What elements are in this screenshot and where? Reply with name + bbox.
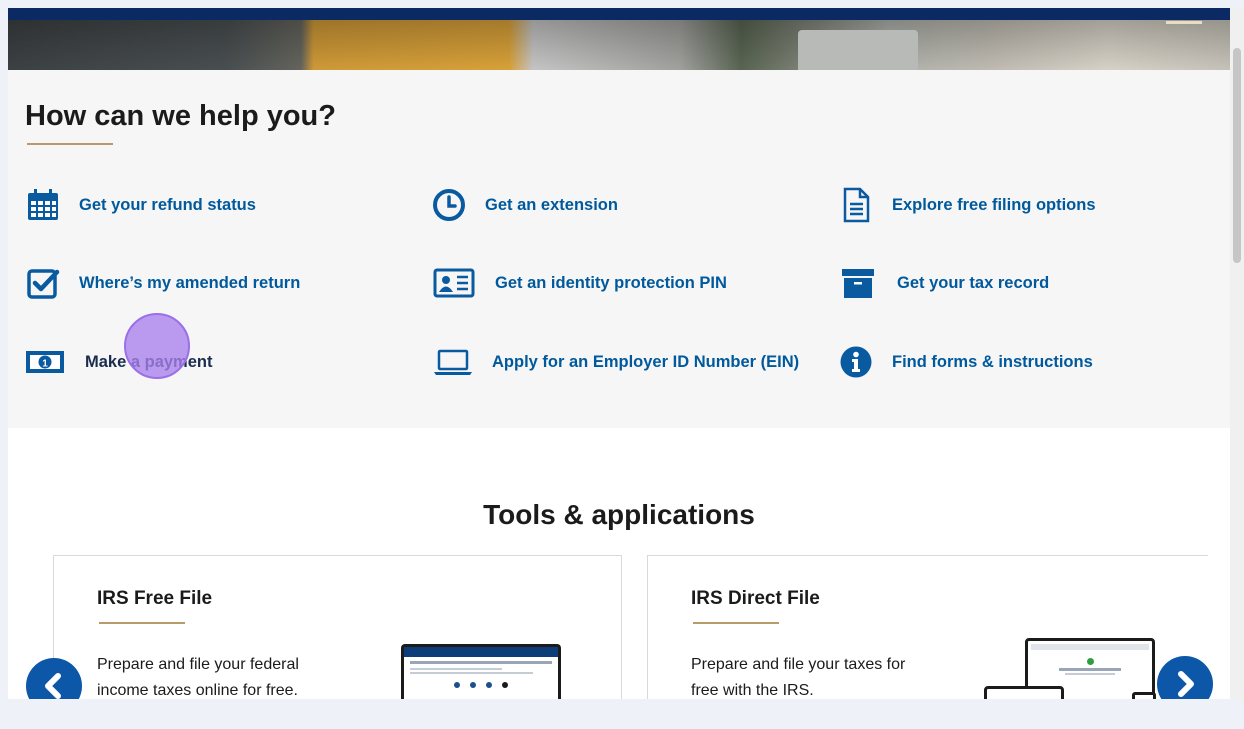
link-label: Get an extension: [485, 195, 618, 214]
info-icon: [838, 344, 874, 380]
link-extension[interactable]: Get an extension: [431, 187, 618, 223]
link-label: Get an identity protection PIN: [495, 273, 727, 292]
card-title-underline: [99, 622, 185, 624]
link-label: Make a payment: [85, 352, 213, 371]
page-viewport: How can we help you? Get your refund sta…: [8, 8, 1230, 699]
page-scrollbar[interactable]: [1230, 8, 1244, 699]
archive-box-icon: [840, 265, 876, 301]
link-label: Get your tax record: [897, 273, 1050, 292]
tool-card-free-file[interactable]: IRS Free File Prepare and file your fede…: [53, 555, 622, 699]
header-bar: [8, 8, 1230, 20]
link-tax-record[interactable]: Get your tax record: [840, 265, 1049, 301]
link-identity-pin[interactable]: Get an identity protection PIN: [433, 265, 727, 301]
card-title: IRS Direct File: [691, 588, 820, 609]
card-description: Prepare and file your taxes for free wit…: [691, 656, 906, 699]
help-section: How can we help you? Get your refund sta…: [8, 70, 1230, 428]
card-description: Prepare and file your federal income tax…: [97, 656, 299, 699]
laptop-icon: [433, 344, 473, 380]
svg-text:1: 1: [42, 359, 48, 370]
tools-section-title: Tools & applications: [483, 499, 755, 531]
document-icon: [838, 187, 874, 223]
link-free-filing[interactable]: Explore free filing options: [838, 187, 1096, 223]
chevron-left-icon: [45, 673, 61, 699]
calendar-icon: [25, 187, 61, 223]
link-label: Get your refund status: [79, 195, 256, 214]
card-title: IRS Free File: [97, 588, 213, 609]
direct-file-devices-image: [984, 638, 1174, 699]
bottom-frame: [0, 699, 1244, 729]
link-label: Find forms & instructions: [892, 352, 1093, 371]
title-underline: [27, 143, 113, 145]
link-make-payment[interactable]: 1 Make a payment: [25, 344, 212, 380]
card-title-underline: [693, 622, 779, 624]
link-label: Explore free filing options: [892, 195, 1096, 214]
link-ein[interactable]: Apply for an Employer ID Number (EIN): [433, 344, 799, 380]
clock-icon: [431, 187, 467, 223]
link-amended-return[interactable]: Where’s my amended return: [25, 265, 300, 301]
tool-card-direct-file[interactable]: IRS Direct File Prepare and file your ta…: [647, 555, 1208, 699]
link-refund-status[interactable]: Get your refund status: [25, 187, 256, 223]
link-label: Where’s my amended return: [79, 273, 301, 292]
hero-banner-image: [8, 8, 1230, 70]
money-bill-icon: 1: [25, 344, 65, 380]
id-card-icon: [433, 265, 475, 301]
link-forms[interactable]: Find forms & instructions: [838, 344, 1093, 380]
checkbox-icon: [25, 265, 61, 301]
chevron-right-icon: [1178, 671, 1194, 697]
scrollbar-thumb[interactable]: [1233, 48, 1241, 263]
link-label: Apply for an Employer ID Number (EIN): [492, 352, 800, 371]
free-file-screenshot-image: [401, 644, 561, 699]
help-section-title: How can we help you?: [25, 100, 336, 132]
